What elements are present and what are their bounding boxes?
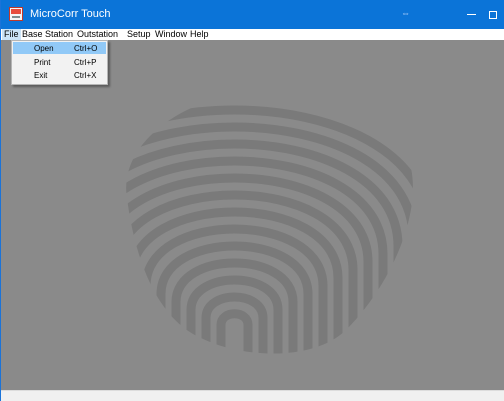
menu-item-shortcut: Ctrl+O — [74, 44, 98, 53]
menu-item-exit[interactable]: Exit Ctrl+X — [13, 69, 106, 81]
window-title: MicroCorr Touch — [30, 8, 111, 20]
resize-arrows-icon: ⇔ — [401, 8, 410, 18]
menu-item-shortcut: Ctrl+P — [74, 58, 97, 67]
menu-bar: File Base Station Outstation Setup Windo… — [1, 29, 504, 40]
menu-item-print[interactable]: Print Ctrl+P — [13, 56, 106, 68]
menu-setup[interactable]: Setup — [125, 29, 153, 40]
status-bar — [1, 390, 504, 401]
title-bar[interactable]: MicroCorr Touch ⇔ ✕ — [1, 0, 504, 29]
fingerprint-logo-icon — [126, 105, 413, 354]
menu-item-label: Open — [34, 44, 54, 53]
menu-item-label: Exit — [34, 71, 48, 80]
menu-outstation[interactable]: Outstation — [75, 29, 120, 40]
minimize-icon — [466, 14, 476, 15]
file-menu-dropdown: Open Ctrl+O Print Ctrl+P Exit Ctrl+X — [11, 40, 108, 85]
app-window: MicroCorr Touch ⇔ ✕ File Base Station Ou… — [0, 0, 504, 401]
menu-help[interactable]: Help — [188, 29, 211, 40]
menu-file[interactable]: File — [2, 29, 21, 40]
mdi-workspace[interactable] — [1, 40, 504, 390]
close-button[interactable]: ✕ — [495, 0, 504, 29]
menu-item-label: Print — [34, 58, 51, 67]
menu-window[interactable]: Window — [153, 29, 189, 40]
menu-base-station[interactable]: Base Station — [20, 29, 75, 40]
menu-item-shortcut: Ctrl+X — [74, 71, 97, 80]
menu-item-open[interactable]: Open Ctrl+O — [13, 42, 106, 54]
app-icon[interactable] — [9, 7, 23, 21]
